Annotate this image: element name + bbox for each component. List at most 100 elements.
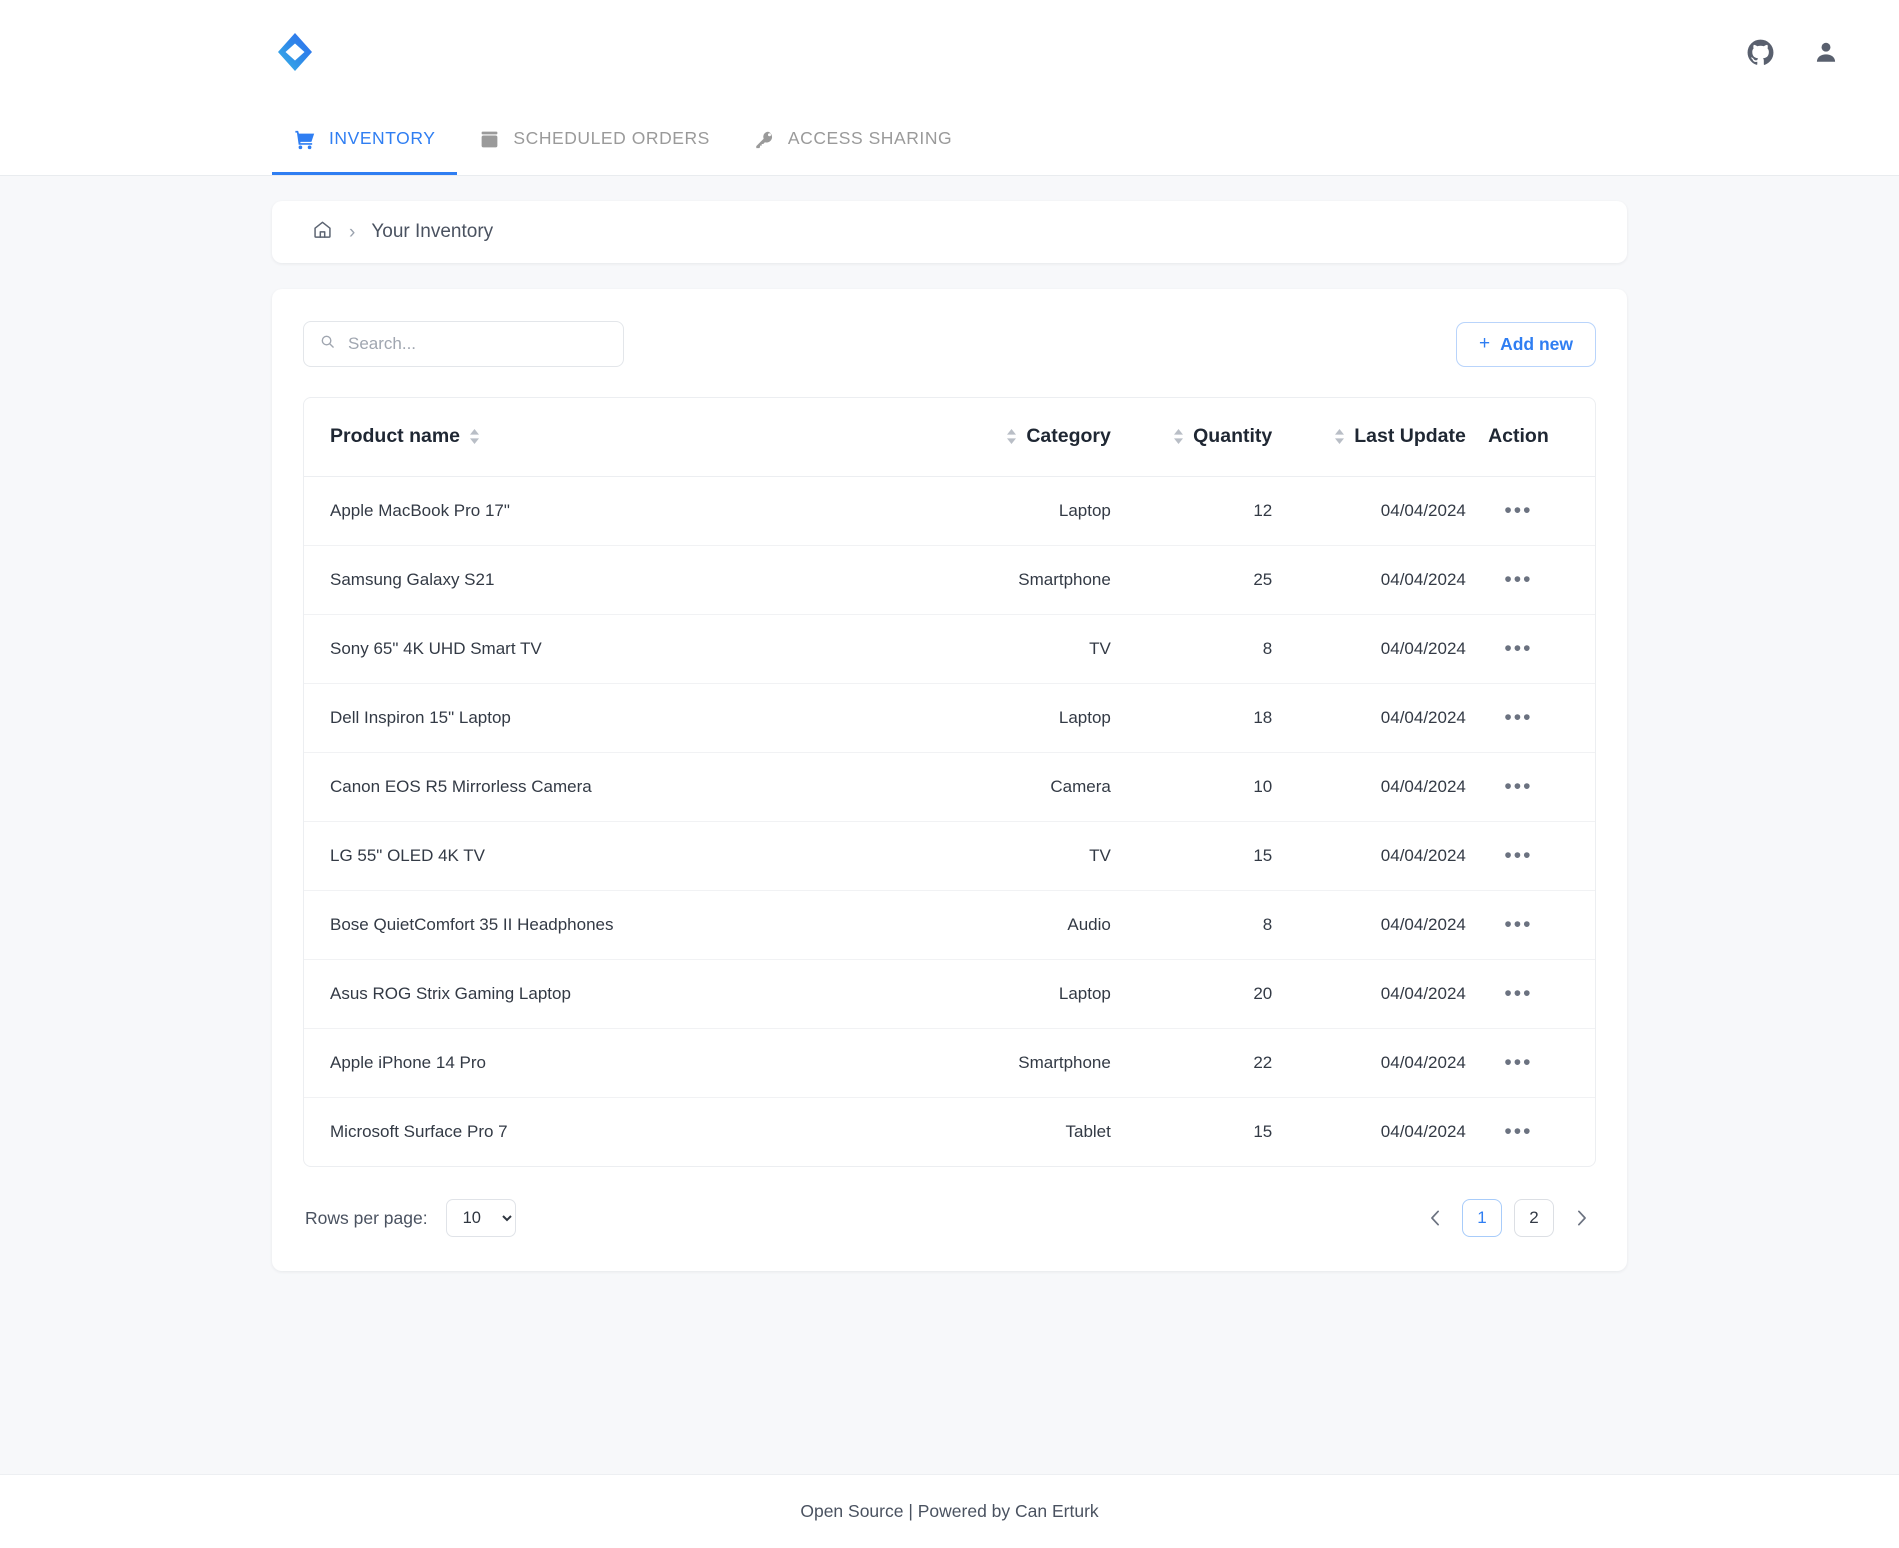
column-header-product-name[interactable]: Product name [304,398,864,477]
add-new-button[interactable]: + Add new [1455,321,1596,367]
add-new-label: Add new [1500,333,1573,354]
table-row[interactable]: Bose QuietComfort 35 II Headphones Audio 8… [304,890,1595,960]
cell-product-name: Samsung Galaxy S21 [304,545,864,615]
table-row[interactable]: Samsung Galaxy S21 Smartphone 25 04/04/2024… [304,545,1595,615]
pagination: 12 [1422,1199,1594,1237]
card-toolbar: + Add new [303,321,1596,367]
cell-action: ••• [1466,1098,1595,1167]
brand-logo[interactable] [272,29,318,75]
tab-inventory[interactable]: INVENTORY [272,104,458,175]
column-header-category[interactable]: Category [863,398,1111,477]
table-row[interactable]: Microsoft Surface Pro 7 Tablet 15 04/04/202… [304,1098,1595,1167]
tab-access-sharing[interactable]: ACCESS SHARING [732,104,974,175]
inventory-table: Product name Category Quantity Last Upda… [304,398,1595,1166]
rows-per-page-select[interactable]: 102550100 [445,1199,516,1237]
table-body: Apple MacBook Pro 17" Laptop 12 04/04/2024 •… [304,476,1595,1167]
cell-category: TV [863,821,1111,891]
cell-last-update: 04/04/2024 [1272,683,1466,753]
cell-last-update: 04/04/2024 [1272,614,1466,684]
diamond-logo-icon [278,33,312,71]
shopping-cart-icon [295,130,315,149]
plus-icon: + [1478,333,1491,354]
column-label-last-update: Last Update [1354,425,1466,447]
sort-toggle-product-name[interactable] [469,429,480,444]
cell-category: Tablet [1065,1122,1111,1141]
tab-scheduled-orders-label: SCHEDULED ORDERS [513,128,710,148]
row-action-menu-button[interactable]: ••• [1504,569,1532,590]
inventory-table-container: Product name Category Quantity Last Upda… [303,397,1596,1167]
tab-scheduled-orders[interactable]: SCHEDULED ORDERS [457,104,731,175]
cell-product-name: LG 55" OLED 4K TV [304,821,864,891]
sort-toggle-last-update[interactable] [1334,429,1345,444]
row-action-menu-button[interactable]: ••• [1504,707,1532,728]
sort-toggle-category[interactable] [1006,429,1017,444]
row-action-menu-button[interactable]: ••• [1504,1052,1532,1073]
column-label-quantity: Quantity [1193,425,1273,447]
row-action-menu-button[interactable]: ••• [1504,914,1532,935]
main-content: › Your Inventory Search... + Add new Pro… [0,176,1899,1474]
table-row[interactable]: Sony 65" 4K UHD Smart TV TV 8 04/04/2024 ••• [304,614,1595,684]
github-icon[interactable] [1743,35,1777,69]
cell-category: Laptop [863,476,1111,546]
content-sheet: › Your Inventory Search... + Add new Pro… [272,201,1627,1271]
search-input[interactable] [303,321,624,367]
cell-last-update: 04/04/2024 [1272,545,1466,615]
home-icon[interactable] [312,219,333,245]
row-action-menu-button[interactable]: ••• [1504,983,1532,1004]
row-action-menu-button[interactable]: ••• [1504,638,1532,659]
cell-category: Camera [863,752,1111,822]
tab-access-sharing-label: ACCESS SHARING [787,128,953,148]
page-number-list: 12 [1462,1199,1554,1237]
table-row[interactable]: Canon EOS R5 Mirrorless Camera Camera 10 04… [304,752,1595,822]
column-header-quantity[interactable]: Quantity [1110,398,1273,477]
cell-last-update: 04/04/2024 [1272,752,1466,822]
cell-quantity: 25 [1110,545,1273,615]
cell-quantity: 8 [1110,614,1273,684]
sort-toggle-quantity[interactable] [1173,429,1184,444]
table-row[interactable]: Asus ROG Strix Gaming Laptop Laptop 20 04/0… [304,959,1595,1029]
row-action-menu-button[interactable]: ••• [1504,1121,1532,1142]
row-action-menu-button[interactable]: ••• [1504,845,1532,866]
table-row[interactable]: Apple iPhone 14 Pro Smartphone 22 04/04/202… [304,1028,1595,1098]
row-action-menu-button[interactable]: ••• [1504,776,1532,797]
pagination-next-button[interactable] [1568,1203,1594,1233]
cell-action: ••• [1465,614,1595,684]
pagination-page-1[interactable]: 1 [1462,1199,1502,1237]
inventory-card: + Add new Product name [272,289,1627,1271]
row-action-menu-button[interactable]: ••• [1504,500,1532,521]
cell-quantity: 12 [1110,476,1273,546]
cell-action: ••• [1465,1028,1595,1098]
cell-action: ••• [1465,959,1595,1029]
cell-quantity: 8 [1110,890,1273,960]
table-row[interactable]: Dell Inspiron 15" Laptop Laptop 18 04/04/20… [304,683,1595,753]
table-row[interactable]: Apple MacBook Pro 17" Laptop 12 04/04/2024 •… [304,476,1595,546]
pagination-prev-button[interactable] [1422,1203,1448,1233]
cell-action: ••• [1465,683,1595,753]
person-icon[interactable] [1809,35,1843,69]
cell-product-name: Microsoft Surface Pro 7 [330,1122,508,1141]
cell-product-name: Canon EOS R5 Mirrorless Camera [304,752,864,822]
cell-action: ••• [1465,890,1595,960]
cell-action: ••• [1465,545,1595,615]
rows-per-page-group: Rows per page: 102550100 [305,1199,516,1237]
footer-text: Open Source | Powered by Can Erturk [800,1501,1099,1521]
cell-product-name: Bose QuietComfort 35 II Headphones [304,890,864,960]
breadcrumb-current: Your Inventory [371,221,494,242]
column-header-action: Action [1465,398,1595,477]
cell-category: Smartphone [863,1028,1111,1098]
cell-last-update: 04/04/2024 [1272,821,1466,891]
cell-category: Laptop [863,683,1111,753]
cell-product-name: Asus ROG Strix Gaming Laptop [304,959,864,1029]
cell-quantity: 15 [1253,1122,1273,1141]
cell-action: ••• [1465,752,1595,822]
chevron-left-icon [1430,1210,1439,1226]
table-row[interactable]: LG 55" OLED 4K TV TV 15 04/04/2024 ••• [304,821,1595,891]
chevron-right-icon [1577,1210,1586,1226]
cell-quantity: 10 [1110,752,1273,822]
table-footer: Rows per page: 102550100 12 [303,1199,1596,1237]
breadcrumb-separator: › [349,221,356,243]
cell-action: ••• [1465,476,1595,546]
column-header-last-update[interactable]: Last Update [1272,398,1466,477]
cell-last-update: 04/04/2024 [1272,476,1466,546]
pagination-page-2[interactable]: 2 [1514,1199,1554,1237]
